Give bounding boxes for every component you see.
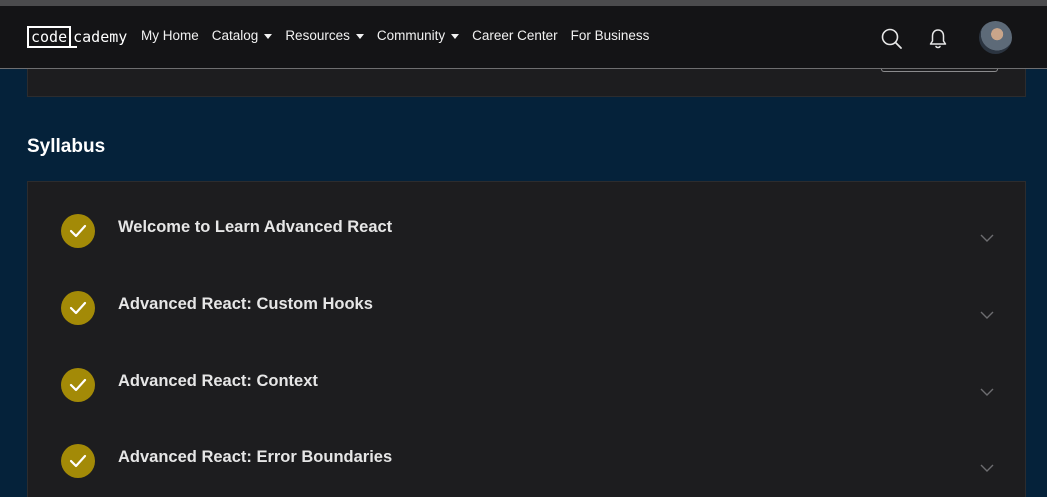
nav-resources-label: Resources bbox=[285, 28, 350, 43]
module-title: Welcome to Learn Advanced React bbox=[118, 218, 393, 236]
nav-catalog-label: Catalog bbox=[211, 28, 259, 43]
syllabus-module[interactable]: Advanced React: Error Boundaries bbox=[28, 412, 1025, 482]
nav-catalog[interactable]: Catalog bbox=[212, 28, 273, 43]
syllabus-module[interactable]: Advanced React: Context bbox=[28, 336, 1025, 406]
nav-for-business[interactable]: For Business bbox=[571, 28, 650, 43]
completed-check-icon bbox=[61, 368, 95, 402]
completed-check-icon bbox=[61, 444, 95, 478]
caret-down-icon bbox=[451, 33, 460, 39]
module-title: Advanced React: Context bbox=[118, 372, 318, 390]
syllabus-heading: Syllabus bbox=[27, 136, 106, 157]
bell-icon[interactable] bbox=[926, 27, 950, 51]
chevron-down-icon[interactable] bbox=[980, 384, 994, 396]
nav-community-label: Community bbox=[376, 28, 446, 43]
caret-down-icon bbox=[264, 33, 273, 39]
nav-for-business-label: For Business bbox=[570, 28, 650, 43]
completed-check-icon bbox=[61, 291, 95, 325]
completed-check-icon bbox=[61, 214, 95, 248]
caret-down-icon bbox=[355, 33, 364, 39]
chevron-down-icon[interactable] bbox=[980, 230, 994, 242]
logo-cademy-text: cademy bbox=[73, 28, 128, 46]
nav-career-center[interactable]: Career Center bbox=[472, 28, 558, 43]
search-icon[interactable] bbox=[880, 27, 904, 51]
nav-resources[interactable]: Resources bbox=[285, 28, 364, 43]
codecademy-logo[interactable]: code cademy bbox=[27, 26, 127, 48]
syllabus-list: Welcome to Learn Advanced React Advanced… bbox=[27, 181, 1026, 497]
user-avatar[interactable] bbox=[979, 21, 1012, 54]
nav-my-home-label: My Home bbox=[141, 28, 199, 43]
module-title: Advanced React: Error Boundaries bbox=[118, 448, 393, 466]
chevron-down-icon[interactable] bbox=[980, 307, 994, 319]
chevron-down-icon[interactable] bbox=[980, 460, 994, 472]
syllabus-module[interactable]: Advanced React: Custom Hooks bbox=[28, 259, 1025, 329]
syllabus-module[interactable]: Welcome to Learn Advanced React bbox=[28, 182, 1025, 252]
nav-career-center-label: Career Center bbox=[472, 28, 558, 43]
logo-code-text: code bbox=[27, 26, 78, 48]
module-title: Advanced React: Custom Hooks bbox=[118, 295, 373, 313]
main-nav: My Home Catalog Resources Community Care… bbox=[141, 28, 662, 43]
nav-my-home[interactable]: My Home bbox=[141, 28, 199, 43]
top-navbar: code cademy My Home Catalog Resources Co… bbox=[0, 6, 1047, 69]
nav-community[interactable]: Community bbox=[376, 28, 460, 43]
